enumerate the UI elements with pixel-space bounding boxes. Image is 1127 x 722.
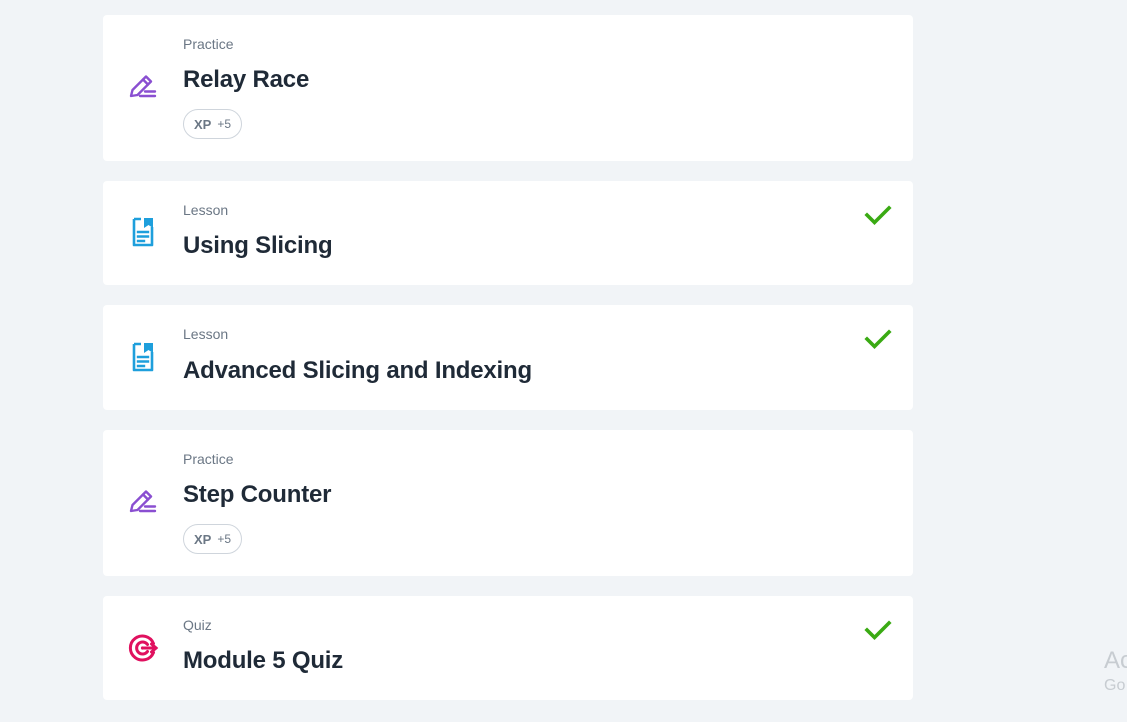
document-icon [127,341,159,373]
course-item-advanced-slicing[interactable]: Lesson Advanced Slicing and Indexing [103,305,913,410]
completed-check-icon [863,324,893,354]
xp-badge: XP +5 [183,109,243,139]
course-item-using-slicing[interactable]: Lesson Using Slicing [103,181,913,285]
xp-label: XP [194,531,212,547]
pencil-icon [127,71,159,103]
item-type-label: Lesson [183,202,229,218]
xp-value: +5 [217,532,232,546]
item-title[interactable]: Step Counter [183,481,331,509]
item-title[interactable]: Using Slicing [183,232,333,260]
target-icon [127,632,159,664]
course-item-module-5-quiz[interactable]: Quiz Module 5 Quiz [103,596,913,700]
item-type-label: Practice [183,451,234,467]
item-title[interactable]: Relay Race [183,66,309,94]
watermark-line-1: Ac [1104,647,1127,674]
item-title[interactable]: Module 5 Quiz [183,647,343,675]
xp-label: XP [194,116,212,132]
item-type-label: Quiz [183,617,212,633]
item-type-label: Lesson [183,326,229,342]
course-item-relay-race[interactable]: Practice Relay Race XP +5 [103,15,913,161]
os-activation-watermark: Ac Go [1104,646,1127,696]
item-title[interactable]: Advanced Slicing and Indexing [183,357,532,385]
xp-value: +5 [217,117,232,131]
course-item-step-counter[interactable]: Practice Step Counter XP +5 [103,430,913,576]
pencil-icon [127,486,159,518]
xp-badge: XP +5 [183,524,243,554]
completed-check-icon [863,615,893,645]
item-type-label: Practice [183,36,234,52]
completed-check-icon [863,200,893,230]
document-icon [127,216,159,248]
watermark-line-2: Go [1104,677,1126,694]
